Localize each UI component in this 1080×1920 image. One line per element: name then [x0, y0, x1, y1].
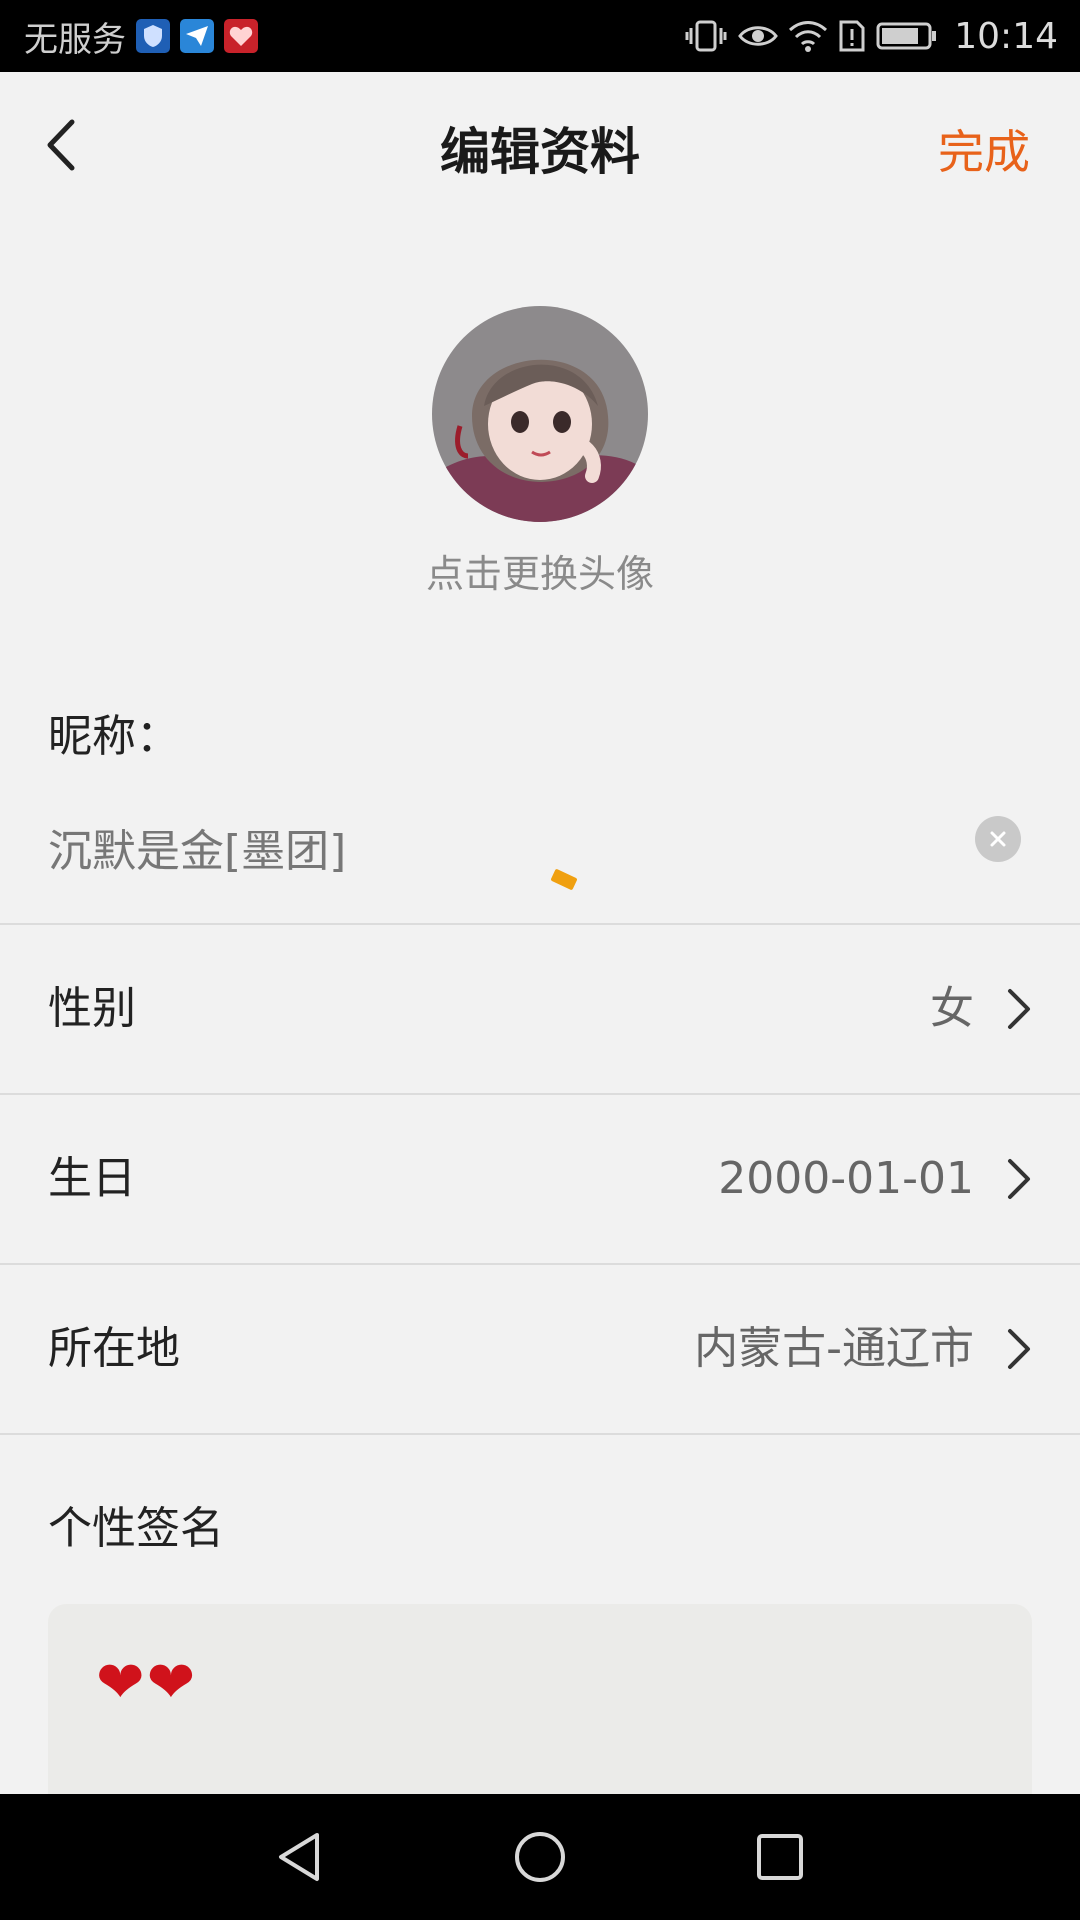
status-bar: 无服务 10:14 [0, 0, 1080, 72]
avatar[interactable] [432, 306, 648, 522]
change-avatar-hint[interactable]: 点击更换头像 [0, 543, 1080, 598]
location-label: 所在地 [48, 1323, 180, 1374]
carrier-text: 无服务 [24, 19, 126, 60]
birthday-label: 生日 [48, 1153, 136, 1204]
heart-app-icon [224, 19, 258, 53]
square-recents-icon [757, 1834, 803, 1880]
eye-icon [738, 26, 779, 46]
chevron-right-icon [1008, 1329, 1030, 1369]
divider [0, 1433, 1080, 1435]
battery-icon [876, 22, 937, 50]
circle-home-icon [515, 1832, 565, 1882]
clock-time: 10:14 [954, 15, 1058, 57]
avatar-image [432, 306, 648, 522]
loading-indicator [550, 868, 578, 891]
edit-profile-screen: 无服务 10:14 编辑资料 完成 点击更换头像 昵称： 沉默是金[墨团] 性别… [0, 0, 1080, 1920]
signature-label: 个性签名 [48, 1503, 224, 1554]
birthday-value: 2000-01-01 [718, 1153, 974, 1204]
triangle-back-icon [279, 1833, 319, 1881]
shield-app-icon [136, 19, 170, 53]
clear-nickname-button[interactable] [975, 816, 1021, 862]
chevron-right-icon [1008, 989, 1030, 1029]
vibrate-icon [685, 20, 727, 52]
wifi-icon [789, 21, 828, 52]
system-nav-bar [0, 1794, 1080, 1920]
location-row[interactable]: 所在地 内蒙古-通辽市 [0, 1265, 1080, 1433]
nav-back-button[interactable] [266, 1824, 332, 1890]
alert-sim-icon [839, 20, 865, 52]
signature-text: ❤❤ [96, 1648, 198, 1716]
status-bar-left: 无服务 [24, 12, 258, 61]
paper-plane-app-icon [180, 19, 214, 53]
chevron-right-icon [1008, 1159, 1030, 1199]
birthday-row[interactable]: 生日 2000-01-01 [0, 1095, 1080, 1263]
nav-home-button[interactable] [507, 1824, 573, 1890]
signature-input[interactable]: ❤❤ [48, 1604, 1032, 1824]
done-button[interactable]: 完成 [938, 116, 1030, 182]
app-header: 编辑资料 完成 [0, 72, 1080, 218]
nav-recents-button[interactable] [747, 1824, 813, 1890]
gender-label: 性别 [48, 983, 136, 1034]
page-title: 编辑资料 [440, 123, 640, 181]
location-value: 内蒙古-通辽市 [694, 1323, 974, 1374]
close-icon [990, 831, 1006, 847]
gender-row[interactable]: 性别 女 [0, 925, 1080, 1093]
nickname-label: 昵称： [48, 711, 180, 762]
gender-value: 女 [930, 983, 974, 1034]
nickname-input[interactable]: 沉默是金[墨团] [48, 815, 346, 879]
status-bar-right: 10:14 [684, 16, 1058, 57]
